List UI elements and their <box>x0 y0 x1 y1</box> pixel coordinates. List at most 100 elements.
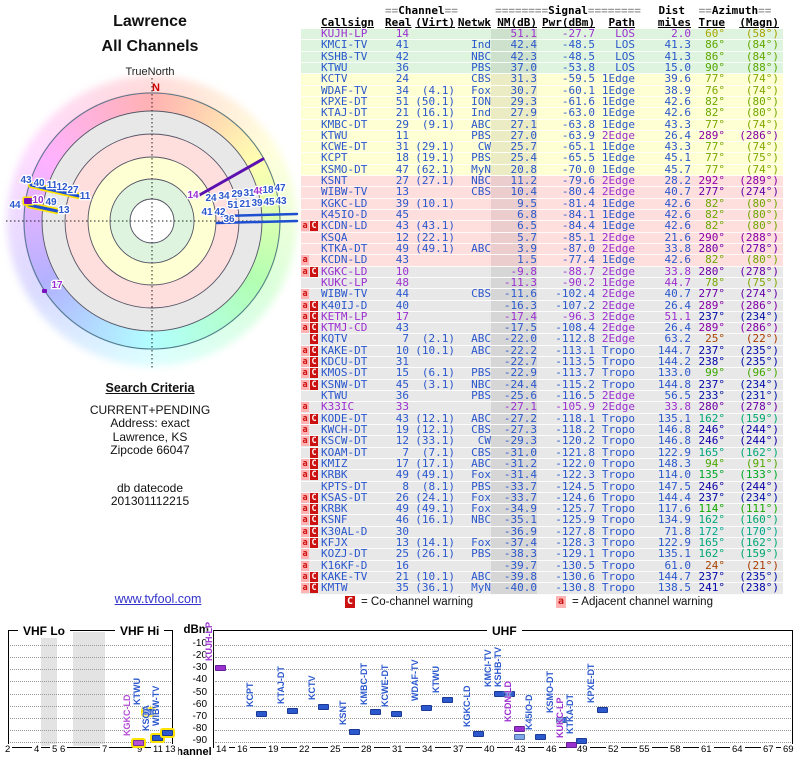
cell-real: 49 <box>395 468 409 482</box>
co-channel-warning-icon: C <box>310 458 318 469</box>
co-channel-warning-icon: C <box>310 311 318 322</box>
warning-markers <box>301 199 319 209</box>
marker-slot <box>310 278 318 288</box>
cell-virt <box>409 289 455 299</box>
channel-tick-label: 34 <box>420 744 435 755</box>
marker-slot <box>301 153 309 163</box>
signal-mark-label: KPXE-DT <box>586 663 596 703</box>
warning-markers <box>301 176 319 186</box>
radar-channel-label: 43 <box>275 196 287 207</box>
cell-netwk: MyN <box>471 581 491 595</box>
channel-tick-label: 13 <box>163 744 178 755</box>
marker-slot <box>310 233 318 243</box>
marker-slot <box>310 561 318 571</box>
warning-markers: a <box>301 255 319 266</box>
cell-virt: (49.1) <box>415 468 455 482</box>
dbm-tick-label: -50 <box>192 686 207 698</box>
signal-mark-label: KUKC-LP <box>555 697 565 738</box>
adjacent-warning-icon: a <box>301 526 309 537</box>
adjacent-channel-legend-text: = Adjacent channel warning <box>572 596 713 608</box>
warning-markers: a <box>301 549 319 560</box>
cell-miles: 40.7 <box>664 287 692 301</box>
cell-magn: (274°) <box>739 287 779 301</box>
dbm-tick-label: -80 <box>192 723 207 735</box>
criteria-line: Address: exact <box>110 416 190 430</box>
cell-true: 135° <box>698 468 726 482</box>
adjacent-warning-icon: a <box>301 311 309 322</box>
radar-channel-label: 27 <box>67 185 79 196</box>
warning-markers <box>301 120 319 130</box>
marker-slot <box>310 52 318 62</box>
signal-mark <box>441 697 453 704</box>
marker-slot <box>310 255 318 265</box>
channel-tick-label: 55 <box>637 744 652 755</box>
adjacent-warning-icon: a <box>301 368 309 379</box>
channel-tick-label: 2 <box>3 744 13 755</box>
warning-markers <box>301 165 319 175</box>
cell-netwk: PBS <box>471 389 491 402</box>
radar-channel-label: 18 <box>262 185 274 196</box>
cell-netwk: ABC <box>471 343 491 357</box>
cell-virt: (16.1) <box>415 513 455 527</box>
signal-mark-label: KSHB-TV <box>493 646 503 687</box>
warning-markers <box>301 278 319 288</box>
warning-markers: aC <box>301 526 319 537</box>
cell-virt <box>409 29 455 39</box>
marker-slot <box>310 74 318 84</box>
cell-virt: (36.1) <box>415 581 455 595</box>
cell-magn: (238°) <box>739 581 779 595</box>
channel-tick-label: 25 <box>328 744 343 755</box>
channel-tick-label: 4 <box>32 744 42 755</box>
criteria-line: CURRENT+PENDING <box>89 402 211 417</box>
signal-mark <box>390 710 402 717</box>
col-virt: (Virt) <box>415 16 455 29</box>
signal-mark <box>420 704 432 711</box>
adjacent-warning-icon: a <box>301 470 309 481</box>
warning-markers: C <box>301 334 319 345</box>
cell-virt: (16.1) <box>415 106 455 120</box>
gridline <box>10 656 171 658</box>
cell-netwk <box>455 221 491 231</box>
dbm-tick-label: -10 <box>192 637 207 649</box>
radar-channel-label: 51 <box>227 200 239 211</box>
signal-mark <box>255 711 267 718</box>
marker-slot <box>301 199 309 209</box>
channel-tick-label: 28 <box>359 744 374 755</box>
radar-channel-label: 49 <box>45 197 57 208</box>
co-channel-warning-icon: C <box>310 323 318 334</box>
north-indicator: N <box>152 82 160 94</box>
marker-slot <box>301 142 309 152</box>
vhf-lo-title: VHF Lo <box>18 624 70 638</box>
adjacent-warning-icon: a <box>301 357 309 368</box>
marker-slot <box>310 425 318 435</box>
radar-channel-label: 44 <box>9 200 21 211</box>
cell-virt <box>409 391 455 401</box>
marker-slot <box>310 63 318 73</box>
signal-mark-label: KTAJ-DT <box>276 666 286 705</box>
warning-markers <box>301 108 319 118</box>
radar-station-dot <box>42 289 47 293</box>
cell-netwk: ABC <box>471 241 491 255</box>
warning-markers <box>301 97 319 107</box>
dbm-tick-label: -70 <box>192 710 207 722</box>
adjacent-warning-icon: a <box>301 345 309 356</box>
tvfool-link[interactable]: www.tvfool.com <box>78 592 238 606</box>
warning-markers: a <box>301 560 319 571</box>
marker-slot <box>301 86 309 96</box>
signal-mark <box>286 708 298 715</box>
channel-tick-label: 58 <box>668 744 683 755</box>
radar-channel-label: 10 <box>32 195 44 206</box>
signal-mark <box>151 735 163 742</box>
co-channel-warning-icon: C <box>310 538 318 549</box>
signal-mark-label: KCWE-DT <box>380 664 390 707</box>
marker-slot <box>310 86 318 96</box>
radar-channel-label: 17 <box>51 280 63 291</box>
radar-channel-label: 36 <box>223 214 235 225</box>
marker-slot <box>301 334 309 344</box>
marker-slot <box>301 176 309 186</box>
warning-markers <box>301 131 319 141</box>
channel-tick-label: 31 <box>390 744 405 755</box>
signal-mark-label: WDAF-TV <box>410 659 420 701</box>
cell-real: 21 <box>395 106 409 120</box>
marker-slot <box>301 40 309 50</box>
